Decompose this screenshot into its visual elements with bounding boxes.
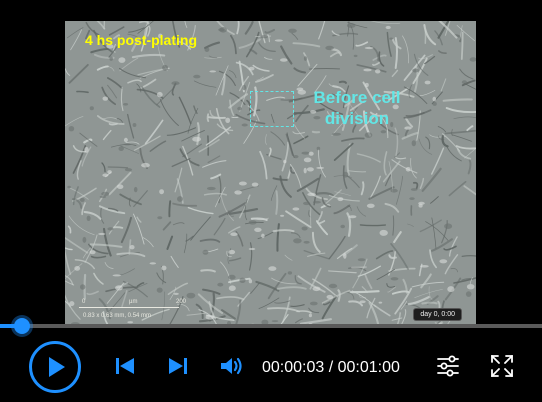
seek-bar[interactable] bbox=[0, 318, 542, 334]
roi-label-line2: division bbox=[324, 109, 390, 128]
scale-unit: µm bbox=[129, 299, 138, 305]
scale-dimensions: 0.83 x 0.63 mm, 0.54 mm bbox=[83, 313, 152, 319]
settings-button[interactable] bbox=[436, 354, 460, 383]
video-timestamp: day 0, 0:00 bbox=[413, 308, 462, 321]
scale-tick-200: 200 bbox=[176, 299, 187, 305]
volume-icon bbox=[221, 357, 242, 375]
settings-sliders-icon bbox=[437, 355, 459, 377]
play-button[interactable] bbox=[28, 340, 82, 399]
time-separator: / bbox=[324, 359, 338, 376]
skip-next-icon bbox=[169, 358, 187, 374]
player-controls: 00:00:03 / 00:01:00 bbox=[0, 334, 542, 402]
duration: 00:01:00 bbox=[337, 359, 400, 376]
video-overlay-title: 4 hs post-plating bbox=[85, 32, 197, 48]
skip-previous-button[interactable] bbox=[114, 355, 136, 382]
video-frame[interactable]: 4 hs post-plating Before cell division 0… bbox=[65, 21, 476, 327]
roi-label-line1: Before cell bbox=[313, 88, 401, 107]
fullscreen-icon bbox=[491, 355, 513, 377]
skip-previous-icon bbox=[116, 358, 134, 374]
region-of-interest-box bbox=[250, 91, 294, 127]
time-display: 00:00:03 / 00:01:00 bbox=[262, 359, 400, 377]
cell-culture-image bbox=[65, 21, 476, 327]
roi-label: Before cell division bbox=[301, 87, 413, 129]
volume-button[interactable] bbox=[219, 355, 245, 382]
seek-bar-thumb[interactable] bbox=[14, 318, 30, 334]
scale-tick-0: 0 bbox=[82, 299, 86, 305]
current-time: 00:00:03 bbox=[262, 359, 325, 376]
play-icon bbox=[29, 341, 81, 393]
scale-bar-line bbox=[79, 307, 179, 308]
skip-next-button[interactable] bbox=[167, 355, 189, 382]
fullscreen-button[interactable] bbox=[490, 354, 514, 383]
